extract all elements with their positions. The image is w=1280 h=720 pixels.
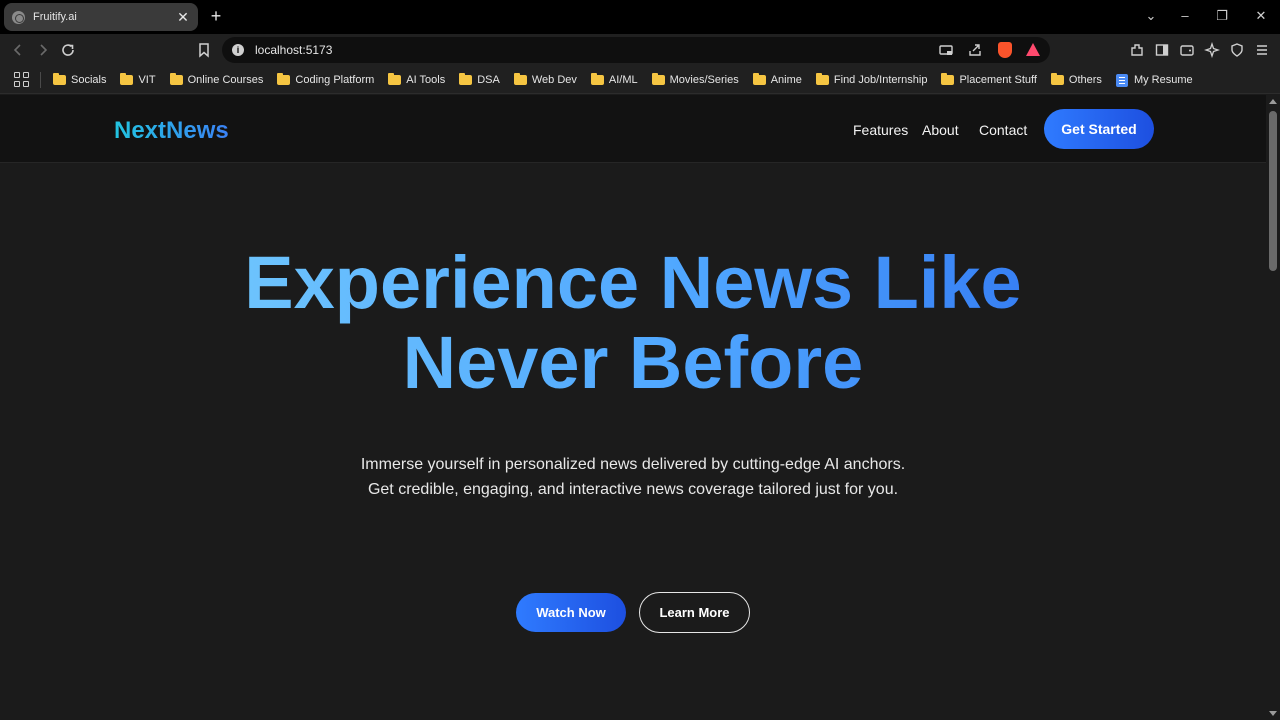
cast-icon[interactable] [938, 42, 954, 58]
site-navbar: NextNews Features About Contact Get Star… [0, 95, 1266, 163]
watch-now-button[interactable]: Watch Now [516, 593, 626, 632]
bookmark-ai-ml[interactable]: AI/ML [590, 73, 638, 86]
tab-search-dropdown-icon[interactable]: ⌄ [1142, 8, 1160, 24]
forward-icon[interactable] [35, 42, 51, 58]
back-icon[interactable] [10, 42, 26, 58]
get-started-button[interactable]: Get Started [1044, 109, 1154, 149]
url-text[interactable]: localhost:5173 [255, 43, 332, 57]
folder-icon [752, 73, 766, 85]
page-viewport: NextNews Features About Contact Get Star… [0, 95, 1266, 720]
vpn-icon[interactable] [1229, 42, 1245, 58]
browser-window: Fruitify.ai ✕ + ⌄ – ❐ ✕ i localhost:5173 [0, 0, 1280, 720]
extensions-icon[interactable] [1129, 42, 1145, 58]
folder-icon [1050, 73, 1064, 85]
nav-link-contact[interactable]: Contact [979, 122, 1027, 138]
hero-title-line-2: Never Before [402, 321, 864, 404]
folder-icon [388, 73, 402, 85]
bookmark-online-courses[interactable]: Online Courses [169, 73, 263, 86]
scroll-up-icon[interactable] [1269, 99, 1277, 104]
globe-icon [12, 10, 25, 24]
bookmark-ai-tools[interactable]: AI Tools [388, 73, 445, 86]
bookmarks-separator [40, 72, 41, 88]
folder-icon [459, 73, 473, 85]
bookmark-my-resume[interactable]: My Resume [1115, 73, 1193, 87]
bookmark-movies-series[interactable]: Movies/Series [651, 73, 739, 86]
bookmark-coding-platform[interactable]: Coding Platform [277, 73, 374, 86]
reload-icon[interactable] [60, 42, 76, 58]
restore-icon[interactable]: ❐ [1213, 8, 1231, 24]
document-icon [1115, 73, 1128, 87]
tab-close-icon[interactable]: ✕ [176, 10, 190, 24]
page-scrollbar[interactable] [1266, 95, 1280, 720]
menu-icon[interactable] [1254, 42, 1270, 58]
folder-icon [120, 73, 134, 85]
bookmark-anime[interactable]: Anime [752, 73, 802, 86]
site-info-icon[interactable]: i [232, 44, 244, 56]
bookmark-web-dev[interactable]: Web Dev [513, 73, 577, 86]
site-logo[interactable]: NextNews [114, 117, 229, 145]
bookmark-socials[interactable]: Socials [53, 73, 106, 86]
folder-icon [941, 73, 955, 85]
new-tab-button[interactable]: + [207, 7, 225, 25]
brave-rewards-icon[interactable] [1026, 43, 1040, 56]
bookmark-others[interactable]: Others [1050, 73, 1102, 86]
folder-icon [277, 73, 291, 85]
bookmark-dsa[interactable]: DSA [459, 73, 500, 86]
wallet-icon[interactable] [1179, 42, 1195, 58]
bookmark-list: Socials VIT Online Courses Coding Platfo… [53, 66, 1207, 94]
tab-active[interactable]: Fruitify.ai ✕ [4, 3, 198, 31]
minimize-icon[interactable]: – [1176, 8, 1194, 24]
window-close-icon[interactable]: ✕ [1252, 8, 1270, 24]
sidebar-icon[interactable] [1154, 42, 1170, 58]
scroll-down-icon[interactable] [1269, 711, 1277, 716]
bookmark-vit[interactable]: VIT [120, 73, 156, 86]
tab-title: Fruitify.ai [33, 11, 77, 23]
nav-link-features[interactable]: Features [853, 122, 908, 138]
share-icon[interactable] [967, 42, 983, 58]
learn-more-button[interactable]: Learn More [639, 592, 750, 633]
bookmark-placement-stuff[interactable]: Placement Stuff [941, 73, 1037, 86]
folder-icon [590, 73, 604, 85]
hero-title-line-1: Experience News Like [244, 241, 1022, 324]
hero-subtitle: Immerse yourself in personalized news de… [360, 456, 906, 498]
browser-toolbar: i localhost:5173 [0, 34, 1280, 66]
folder-icon [169, 73, 183, 85]
nav-link-about[interactable]: About [922, 122, 959, 138]
folder-icon [513, 73, 527, 85]
bookmark-find-job[interactable]: Find Job/Internship [815, 73, 927, 86]
scrollbar-thumb[interactable] [1269, 111, 1277, 271]
bookmark-icon[interactable] [196, 42, 212, 58]
folder-icon [53, 73, 66, 85]
folder-icon [651, 73, 665, 85]
address-bar[interactable]: i localhost:5173 [222, 37, 1050, 63]
apps-grid-icon[interactable] [14, 72, 29, 87]
hero-title: Experience News Like Never Before [0, 243, 1266, 403]
brave-shields-icon[interactable] [998, 42, 1012, 58]
bookmarks-bar: Socials VIT Online Courses Coding Platfo… [0, 66, 1280, 94]
tab-strip: Fruitify.ai ✕ + ⌄ – ❐ ✕ [0, 0, 1280, 34]
folder-icon [815, 73, 829, 85]
leo-ai-icon[interactable] [1203, 41, 1221, 59]
